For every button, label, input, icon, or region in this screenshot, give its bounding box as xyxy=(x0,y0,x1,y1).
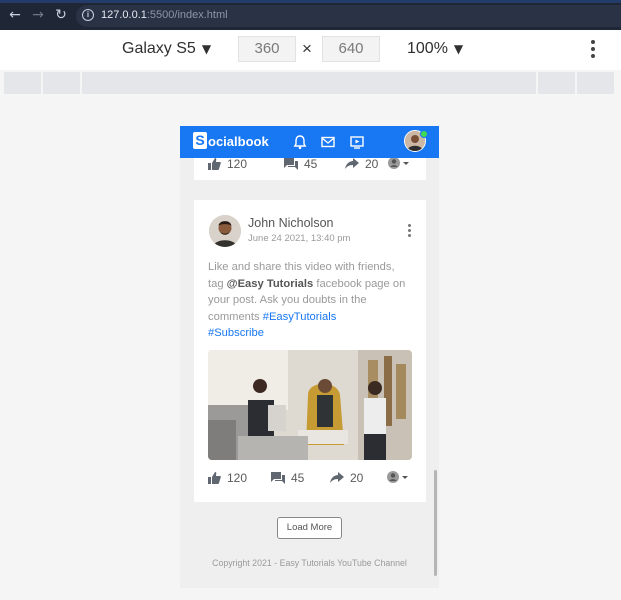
comment-action[interactable]: 45 xyxy=(284,157,317,171)
address-bar[interactable]: i 127.0.0.1:5500/index.html xyxy=(76,5,621,27)
chevron-down-icon: ▼ xyxy=(453,42,464,56)
user-chevron-icon xyxy=(388,157,409,169)
author-name[interactable]: John Nicholson xyxy=(248,216,333,230)
post-card: John Nicholson June 24 2021, 13:40 pm Li… xyxy=(194,200,426,502)
width-input[interactable]: 360 xyxy=(238,36,296,62)
hashtag-link[interactable]: #Subscribe xyxy=(208,327,264,339)
thumbs-up-icon xyxy=(208,472,221,484)
app-logo[interactable]: Socialbook xyxy=(193,132,269,151)
post-image[interactable] xyxy=(208,350,412,460)
back-arrow-icon[interactable]: ← xyxy=(6,6,24,24)
comment-action[interactable]: 45 xyxy=(271,471,304,485)
height-input[interactable]: 640 xyxy=(322,36,380,62)
device-select[interactable]: Galaxy S5 ▼ xyxy=(122,40,211,58)
device-viewport: 120 45 20 John Nicholson June 24 2021, 1… xyxy=(180,126,439,588)
site-info-icon[interactable]: i xyxy=(82,9,94,21)
author-avatar[interactable] xyxy=(209,215,241,247)
share-icon xyxy=(345,158,359,169)
media-query-bar[interactable] xyxy=(4,72,616,94)
profile-select[interactable] xyxy=(388,157,416,169)
comment-icon xyxy=(284,158,298,170)
comment-icon xyxy=(271,472,285,484)
share-action[interactable]: 20 xyxy=(330,471,363,485)
app-navbar: Socialbook xyxy=(180,126,439,158)
device-toolbar: Galaxy S5 ▼ 360 × 640 100% ▼ xyxy=(0,30,621,70)
mention-link[interactable]: @Easy Tutorials xyxy=(227,278,314,290)
reload-icon[interactable]: ↻ xyxy=(52,6,70,24)
load-more-button[interactable]: Load More xyxy=(277,517,342,539)
previous-post-card: 120 45 20 xyxy=(194,157,426,180)
more-options-icon[interactable] xyxy=(588,38,598,60)
chevron-down-icon: ▼ xyxy=(201,42,212,56)
mail-icon[interactable] xyxy=(320,134,336,150)
video-icon[interactable] xyxy=(349,134,365,150)
zoom-select[interactable]: 100% ▼ xyxy=(407,40,463,58)
url-text: 127.0.0.1:5500/index.html xyxy=(101,9,228,21)
group-meeting-photo xyxy=(208,350,412,460)
profile-select[interactable] xyxy=(387,471,415,483)
browser-accent-line xyxy=(0,0,621,3)
like-action[interactable]: 120 xyxy=(208,471,247,485)
post-date: June 24 2021, 13:40 pm xyxy=(248,233,351,244)
user-chevron-icon xyxy=(387,471,408,483)
browser-toolbar: ← → ↻ i 127.0.0.1:5500/index.html xyxy=(0,0,621,30)
like-action[interactable]: 120 xyxy=(208,157,247,171)
share-action[interactable]: 20 xyxy=(345,157,378,171)
hashtag-link[interactable]: #EasyTutorials xyxy=(263,311,337,323)
thumbs-up-icon xyxy=(208,158,221,170)
share-icon xyxy=(330,472,344,483)
post-menu-icon[interactable] xyxy=(407,224,411,238)
online-status-dot xyxy=(420,130,428,138)
bell-icon[interactable] xyxy=(292,134,308,150)
author-photo xyxy=(209,215,241,247)
dimension-separator: × xyxy=(302,39,312,58)
post-text: Like and share this video with friends, … xyxy=(208,261,406,340)
footer-copyright: Copyright 2021 - Easy Tutorials YouTube … xyxy=(212,558,407,568)
viewport-scrollbar[interactable] xyxy=(434,470,437,576)
forward-arrow-icon[interactable]: → xyxy=(29,6,47,24)
